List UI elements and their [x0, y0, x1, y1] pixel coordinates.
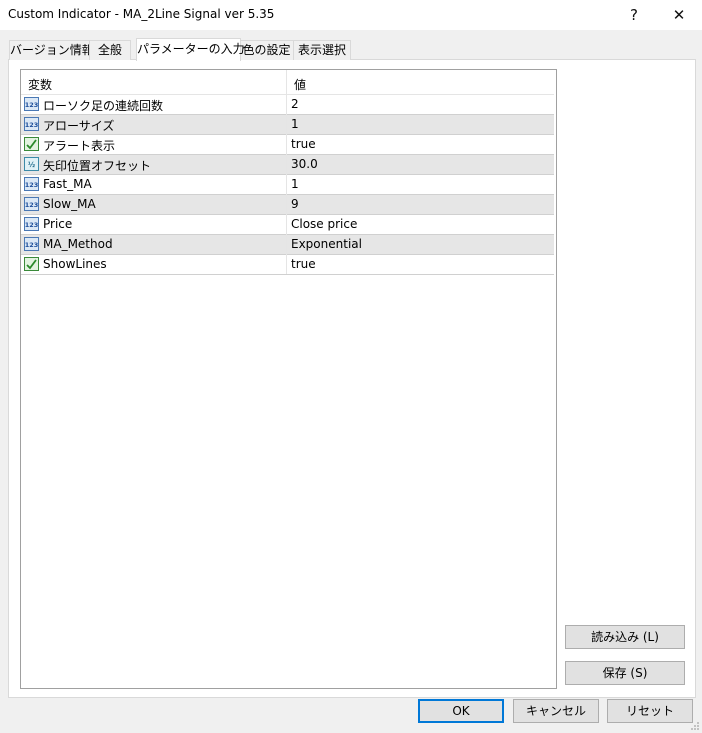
parameter-value[interactable]: 2: [291, 97, 299, 111]
parameter-name: Price: [43, 217, 73, 231]
svg-text:123: 123: [25, 241, 39, 249]
parameter-name: ShowLines: [43, 257, 107, 271]
int-icon: 123: [24, 97, 39, 111]
svg-text:123: 123: [25, 101, 39, 109]
table-row[interactable]: 123 Fast_MA 1: [21, 175, 554, 195]
help-icon[interactable]: ?: [617, 3, 651, 27]
parameter-name: Slow_MA: [43, 197, 96, 211]
table-row[interactable]: ShowLines true: [21, 255, 554, 275]
table-row[interactable]: 123 Slow_MA 9: [21, 195, 554, 215]
title-bar: Custom Indicator - MA_2Line Signal ver 5…: [0, 0, 702, 30]
table-row[interactable]: アラート表示 true: [21, 135, 554, 155]
parameter-value[interactable]: 1: [291, 177, 299, 191]
window-title: Custom Indicator - MA_2Line Signal ver 5…: [8, 7, 275, 21]
parameter-value[interactable]: Exponential: [291, 237, 362, 251]
column-header-variable[interactable]: 変数: [28, 76, 52, 93]
parameter-name: アラート表示: [43, 139, 116, 153]
int-icon: 123: [24, 117, 39, 131]
tab-colors[interactable]: 色の設定: [239, 40, 294, 60]
tab-parameters[interactable]: パラメーターの入力: [136, 38, 245, 61]
parameter-name: 矢印位置オフセット: [43, 159, 152, 173]
double-icon: ½: [24, 157, 39, 171]
parameter-value[interactable]: true: [291, 137, 316, 151]
parameter-value[interactable]: 30.0: [291, 157, 318, 171]
tab-display-select[interactable]: 表示選択: [293, 40, 351, 60]
svg-text:123: 123: [25, 181, 39, 189]
ok-button[interactable]: OK: [418, 699, 504, 723]
svg-text:½: ½: [28, 161, 35, 169]
table-row[interactable]: 123 アローサイズ 1: [21, 115, 554, 135]
int-icon: 123: [24, 177, 39, 191]
parameter-grid: 変数 値 123 ローソク足の連続回数 2 123 アローサイズ 1 アラート表…: [20, 69, 557, 689]
table-row[interactable]: 123 Price Close price: [21, 215, 554, 235]
cancel-button[interactable]: キャンセル: [513, 699, 599, 723]
parameter-value[interactable]: 9: [291, 197, 299, 211]
int-icon: 123: [24, 197, 39, 211]
column-separator: [286, 70, 287, 274]
tab-general[interactable]: 全般: [89, 40, 131, 60]
parameter-name: ローソク足の連続回数: [43, 99, 164, 113]
bool-icon: [24, 257, 39, 271]
close-icon[interactable]: ✕: [662, 3, 696, 27]
table-row[interactable]: 123 MA_Method Exponential: [21, 235, 554, 255]
bool-icon: [24, 137, 39, 151]
reset-button[interactable]: リセット: [607, 699, 693, 723]
int-icon: 123: [24, 217, 39, 231]
svg-text:123: 123: [25, 221, 39, 229]
grid-header: 変数 値: [21, 70, 554, 95]
save-button[interactable]: 保存 (S): [565, 661, 685, 685]
load-button[interactable]: 読み込み (L): [565, 625, 685, 649]
resize-grip-icon[interactable]: [690, 721, 700, 731]
svg-text:123: 123: [25, 121, 39, 129]
svg-text:123: 123: [25, 201, 39, 209]
column-header-value[interactable]: 値: [294, 76, 306, 93]
table-row[interactable]: 123 ローソク足の連続回数 2: [21, 95, 554, 115]
int-icon: 123: [24, 237, 39, 251]
parameter-name: アローサイズ: [43, 119, 115, 133]
parameter-name: Fast_MA: [43, 177, 92, 191]
parameter-name: MA_Method: [43, 237, 113, 251]
table-row[interactable]: ½ 矢印位置オフセット 30.0: [21, 155, 554, 175]
parameter-value[interactable]: 1: [291, 117, 299, 131]
parameter-value[interactable]: Close price: [291, 217, 357, 231]
parameter-value[interactable]: true: [291, 257, 316, 271]
tab-version-info[interactable]: バージョン情報: [9, 40, 94, 60]
